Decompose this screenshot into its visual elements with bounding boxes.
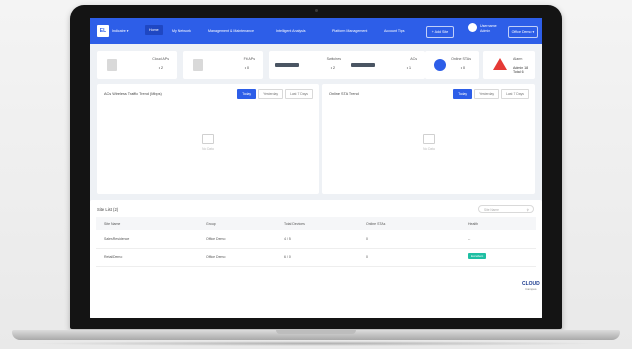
stat-value: • 2 [330,66,335,70]
tab-yesterday[interactable]: Yesterday [258,89,284,99]
site-name[interactable]: SalesResidence [104,237,129,241]
site-online-stas: 0 [366,255,368,259]
site-health: -- [468,237,471,241]
site-search-input[interactable]: Site Name ⚲ [478,205,534,213]
traffic-trend-panel: ACs Wireless Traffic Trend (Mbps) Today … [97,84,319,194]
site-group: Office Demo [206,237,226,241]
stat-value: Admin 18 Total 6 [513,66,529,74]
site-online-stas: 0 [366,237,368,241]
nav-item-platform[interactable]: Platform Management [332,29,367,33]
laptop-shadow [30,341,602,346]
table-header: Site Name Group Total Devices Online STA… [96,217,536,230]
alarm-icon [493,58,507,70]
org-switcher[interactable]: Indicatre ▾ [112,29,129,33]
stat-value: • 1 [406,66,411,70]
station-icon [434,59,446,71]
table-row[interactable]: RetailDemo Office Demo 6 / 0 0 Excellent [96,248,536,267]
table-row[interactable]: SalesResidence Office Demo 4 / 5 0 -- [96,230,536,249]
site-list-panel: Site List (2) Site Name ⚲ Site Name Grou… [90,200,542,318]
top-navigation: EL Indicatre ▾ Home My Network Managemen… [90,18,542,44]
stat-card-alarm[interactable]: Alarm Admin 18 Total 6 [483,51,535,79]
stat-title: Switches [326,57,341,61]
search-placeholder: Site Name [484,208,499,212]
column-header-health[interactable]: Health [468,222,478,226]
stat-card-fit-aps[interactable]: Fit APs • 0 [183,51,263,79]
tab-today[interactable]: Today [453,89,473,99]
empty-state: No Data [414,134,444,151]
stat-cards: Cloud APs • 2 Fit APs • 0 Switches • 2 A… [97,51,535,79]
column-header-site-name[interactable]: Site Name [104,222,120,226]
laptop-base-notch [276,330,356,334]
user-name: Username [480,24,497,28]
tab-last-7-days[interactable]: Last 7 Days [501,89,529,99]
column-header-group[interactable]: Group [206,222,216,226]
site-group: Office Demo [206,255,226,259]
user-role: Admin [480,28,491,33]
health-badge-label: Excellent [468,253,487,259]
time-range-tabs: Today Yesterday Last 7 Days [237,89,313,99]
access-point-icon [107,59,117,71]
nav-item-account[interactable]: Account Tips [384,29,405,33]
empty-state: No Data [193,134,223,151]
nav-item-home[interactable]: Home [145,25,163,35]
stat-title: Cloud APs [152,57,169,61]
user-avatar[interactable] [468,23,477,32]
screen: EL Indicatre ▾ Home My Network Managemen… [90,18,542,318]
stat-title: Alarm [513,57,523,61]
webcam [315,9,318,12]
stat-title: Fit APs [243,57,255,61]
empty-state-text: No Data [202,147,214,151]
stat-value: • 2 [158,66,163,70]
nav-item-analysis[interactable]: Intelligent Analysis [276,29,306,33]
stat-value: • 0 [244,66,249,70]
empty-box-icon [202,134,214,144]
stat-card-online-stas[interactable]: Online STAs • 0 [425,51,479,79]
column-header-total-devices[interactable]: Total Devices [284,222,305,226]
user-info[interactable]: Username Admin [480,24,497,33]
health-badge: Excellent [468,253,487,259]
app-logo[interactable]: EL [97,25,109,37]
site-list-title: Site List (2) [97,207,119,212]
tab-today[interactable]: Today [237,89,257,99]
brand-logo: CLOUD Campus [522,282,540,292]
column-header-online-stas[interactable]: Online STAs [366,222,385,226]
nav-item-management[interactable]: Management & Maintenance [208,29,254,33]
add-site-button[interactable]: + Add Site [426,26,454,38]
sta-trend-panel: Online STA Trend Today Yesterday Last 7 … [322,84,535,194]
brand-line2: Campus [525,287,537,291]
stat-title: ACs [410,57,417,61]
empty-box-icon [423,134,435,144]
time-range-tabs: Today Yesterday Last 7 Days [453,89,529,99]
nav-item-my-network[interactable]: My Network [172,29,191,33]
switch-icon [275,63,299,67]
ac-icon [351,63,375,67]
panel-title: Online STA Trend [329,92,359,96]
panel-title: ACs Wireless Traffic Trend (Mbps) [104,92,162,96]
stat-card-cloud-aps[interactable]: Cloud APs • 2 [97,51,177,79]
search-icon[interactable]: ⚲ [527,206,529,214]
fit-ap-icon [193,59,203,71]
stat-card-switches[interactable]: Switches • 2 [269,51,349,79]
tab-last-7-days[interactable]: Last 7 Days [285,89,313,99]
site-name[interactable]: RetailDemo [104,255,122,259]
stat-value: • 0 [460,66,465,70]
office-select[interactable]: Office Demo ▾ [508,26,538,38]
empty-state-text: No Data [423,147,435,151]
site-devices: 4 / 5 [284,237,291,241]
tab-yesterday[interactable]: Yesterday [474,89,500,99]
stat-card-acs[interactable]: ACs • 1 [345,51,425,79]
site-devices: 6 / 0 [284,255,291,259]
stat-title: Online STAs [451,57,471,61]
